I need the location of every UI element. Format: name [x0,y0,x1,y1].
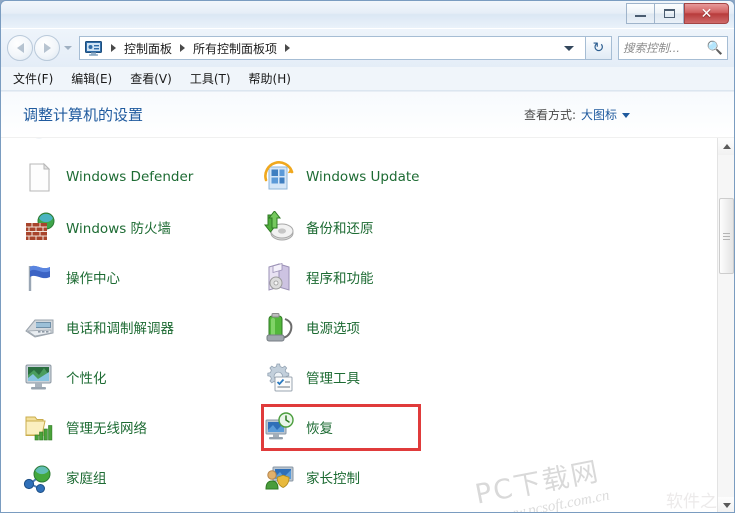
action-center-icon [23,261,56,294]
list-item-backup-restore[interactable]: 备份和还原 [263,202,503,252]
list-item-windows-update[interactable]: Windows Update [263,152,503,202]
list-item-label: Windows Defender [66,169,194,185]
menu-item-tools[interactable]: 工具(T) [190,70,231,87]
grip-icon [723,231,730,242]
forward-arrow-icon [43,43,51,53]
list-item-personalization[interactable]: 个性化 [23,352,263,402]
breadcrumb-item-control-panel[interactable]: 控制面板 [121,40,175,57]
windows-firewall-icon [23,211,56,244]
back-button[interactable] [7,35,33,61]
list-item-power-options[interactable]: 电源选项 [263,302,503,352]
forward-button[interactable] [34,35,60,61]
breadcrumb[interactable]: 控制面板 所有控制面板项 [79,36,586,60]
list-item-windows-defender[interactable]: Windows Defender [23,152,263,202]
maximize-button[interactable] [655,3,684,24]
list-item-label: 电话和调制解调器 [66,321,174,337]
caret-up-icon [722,144,731,149]
phone-modem-icon [23,311,56,344]
list-item-label: Windows 防火墙 [66,221,172,237]
address-bar: 控制面板 所有控制面板项 ↻ 搜索控制... 🔍 [1,29,734,67]
window-controls: ✕ [626,3,729,24]
view-by-control[interactable]: 查看方式: 大图标 [524,106,720,123]
partial-row-right-icon [263,138,296,144]
list-item[interactable] [23,138,263,152]
maximize-icon [663,9,675,18]
scroll-up-button[interactable] [718,138,734,155]
programs-features-icon [263,261,296,294]
personalization-icon [23,361,56,394]
refresh-button[interactable]: ↻ [586,36,612,60]
search-placeholder: 搜索控制... [623,41,680,55]
close-icon: ✕ [700,5,713,22]
list-item-admin-tools[interactable]: 管理工具 [263,352,503,402]
list-item-homegroup[interactable]: 家庭组 [23,452,263,502]
windows-defender-icon [23,161,56,194]
list-item-programs-features[interactable]: 程序和功能 [263,252,503,302]
list-item-parental-controls[interactable]: 家长控制 [263,452,503,502]
menu-item-edit[interactable]: 编辑(E) [71,70,112,87]
list-item-windows-firewall[interactable]: Windows 防火墙 [23,202,263,252]
back-arrow-icon [16,43,24,53]
homegroup-icon [23,461,56,494]
page-title: 调整计算机的设置 [23,106,144,124]
control-panel-window: ✕ 控制面板 所有控制面板项 ↻ 搜索控制... 🔍 文件(F) 编辑(E) 查… [0,0,735,513]
windows-update-icon [263,160,296,194]
close-button[interactable]: ✕ [684,3,729,24]
vertical-scrollbar[interactable] [717,138,734,512]
list-item-label: 备份和还原 [306,221,374,237]
list-item-recovery[interactable]: 恢复 [263,402,503,452]
view-by-label: 查看方式: [523,108,576,122]
content-area: 调整计算机的设置 查看方式: 大图标 Windows Defender Wind… [1,91,734,512]
chevron-down-icon[interactable] [622,113,630,118]
recent-pages-button[interactable] [61,35,75,61]
minimize-icon [635,10,646,17]
list-item-label: 恢复 [306,421,333,437]
list-item-label: 个性化 [66,371,107,387]
parental-controls-icon [263,461,296,494]
list-item-label: 管理工具 [306,371,360,387]
chevron-down-icon [64,46,72,50]
list-item[interactable] [263,138,503,152]
icon-grid: Windows Defender Windows Update Windows … [1,138,701,502]
list-item-label: 家庭组 [66,471,107,487]
address-dropdown-icon[interactable] [564,45,574,51]
partial-row-left-icon [23,138,56,144]
menu-item-file[interactable]: 文件(F) [13,70,53,87]
admin-tools-icon [263,361,296,394]
search-input[interactable]: 搜索控制... 🔍 [618,36,728,60]
scroll-down-button[interactable] [718,497,734,512]
recovery-icon [263,411,296,444]
breadcrumb-item-all-items[interactable]: 所有控制面板项 [190,40,280,57]
list-item-label: 家长控制 [306,471,360,487]
list-item-label: 电源选项 [306,321,360,337]
menu-item-help[interactable]: 帮助(H) [249,70,291,87]
power-options-icon [263,311,296,344]
caret-down-icon [722,503,731,508]
menu-item-view[interactable]: 查看(V) [130,70,172,87]
minimize-button[interactable] [626,3,655,24]
icon-grid-viewport: Windows Defender Windows Update Windows … [1,138,734,512]
search-icon: 🔍 [706,40,723,56]
backup-restore-icon [263,210,296,244]
list-item-manage-wireless[interactable]: 管理无线网络 [23,402,263,452]
breadcrumb-separator-icon [285,44,291,52]
list-item-action-center[interactable]: 操作中心 [23,252,263,302]
content-header: 调整计算机的设置 查看方式: 大图标 [1,92,734,138]
list-item-label: 操作中心 [66,271,120,287]
list-item-label: 管理无线网络 [66,421,147,437]
refresh-icon: ↻ [592,40,605,56]
control-panel-icon [85,40,102,56]
list-item-label: Windows Update [306,169,420,185]
list-item-phone-modem[interactable]: 电话和调制解调器 [23,302,263,352]
menu-bar: 文件(F) 编辑(E) 查看(V) 工具(T) 帮助(H) [1,67,734,91]
title-bar: ✕ [1,1,734,29]
breadcrumb-separator-icon [111,44,116,52]
breadcrumb-separator-icon [180,44,186,52]
scrollbar-thumb[interactable] [719,198,734,274]
list-item-label: 程序和功能 [306,271,374,287]
view-by-value[interactable]: 大图标 [581,106,617,123]
manage-wireless-icon [23,411,56,444]
